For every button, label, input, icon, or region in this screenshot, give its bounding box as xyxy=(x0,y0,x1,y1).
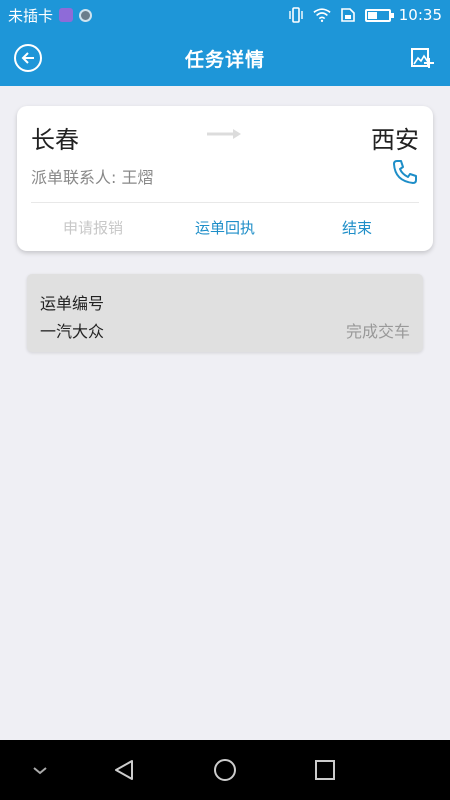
app-bar: 任务详情 xyxy=(0,30,450,86)
finish-button[interactable]: 结束 xyxy=(342,217,372,238)
contact-label: 派单联系人: xyxy=(31,168,117,187)
phone-icon[interactable] xyxy=(391,158,419,186)
waybill-card[interactable]: 运单编号 一汽大众 完成交车 xyxy=(27,274,423,352)
sim-icon xyxy=(340,8,355,22)
nav-recents-icon[interactable] xyxy=(313,758,337,782)
chevron-down-icon[interactable] xyxy=(28,758,52,782)
notification-sync-icon xyxy=(79,8,93,22)
notification-app-icon xyxy=(59,8,74,22)
destination-city: 西安 xyxy=(371,126,419,154)
carrier-text: 未插卡 xyxy=(8,6,54,25)
origin-city: 长春 xyxy=(31,126,79,154)
waybill-number-label: 运单编号 xyxy=(40,294,105,313)
waybill-company: 一汽大众 xyxy=(40,322,105,341)
status-bar: 未插卡 10:35 xyxy=(0,0,450,30)
dispatch-contact: 派单联系人: 王熠 xyxy=(31,164,154,188)
apply-reimburse-button[interactable]: 申请报销 xyxy=(63,217,123,238)
nav-home-icon[interactable] xyxy=(213,758,237,782)
nav-back-icon[interactable] xyxy=(112,758,136,782)
clock-text: 10:35 xyxy=(398,6,442,24)
back-button[interactable] xyxy=(14,44,42,72)
wifi-icon xyxy=(313,8,331,23)
waybill-status: 完成交车 xyxy=(345,322,410,341)
contact-name: 王熠 xyxy=(121,168,154,187)
back-arrow-icon xyxy=(21,52,34,64)
waybill-receipt-button[interactable]: 运单回执 xyxy=(195,217,255,238)
arrow-right-icon xyxy=(207,129,241,139)
system-nav-bar xyxy=(0,740,450,800)
page-title: 任务详情 xyxy=(184,48,265,71)
route-card: 长春 西安 派单联系人: 王熠 申请报销 运单回执 结束 xyxy=(17,106,433,251)
card-divider xyxy=(31,202,419,203)
vibrate-icon xyxy=(289,7,303,23)
edit-image-icon[interactable] xyxy=(410,46,434,70)
battery-icon xyxy=(364,8,394,22)
